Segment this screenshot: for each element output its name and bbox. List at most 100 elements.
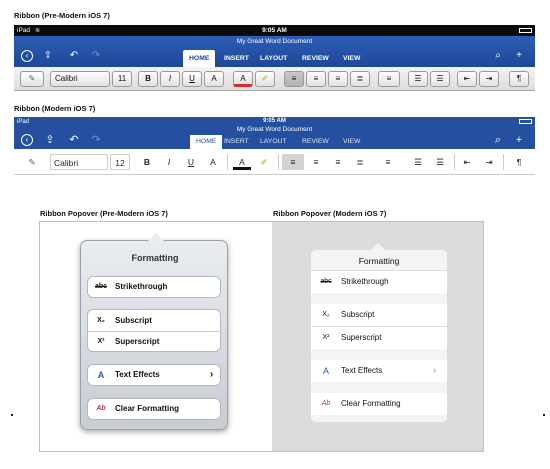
numbering-button[interactable]: ☰ <box>430 154 450 170</box>
status-time: 9:05 AM <box>262 27 287 34</box>
tab-home[interactable]: HOME <box>183 50 216 67</box>
text-effects-icon: A <box>97 370 105 380</box>
superscript-item[interactable]: X² Superscript <box>88 332 220 352</box>
tab-insert[interactable]: INSERT <box>218 135 255 149</box>
document-title: My Great Word Document <box>236 126 313 133</box>
pilcrow-icon[interactable]: ¶ <box>509 154 529 170</box>
section-label-popover-pre: Ribbon Popover (Pre-Modern iOS 7) <box>40 209 168 218</box>
section-label-ribbon-modern: Ribbon (Modern iOS 7) <box>14 104 96 113</box>
tab-view[interactable]: VIEW <box>337 135 366 149</box>
subscript-dropdown-button[interactable]: A <box>204 154 222 170</box>
tab-layout[interactable]: LAYOUT <box>254 135 293 149</box>
tab-layout[interactable]: LAYOUT <box>254 50 293 67</box>
underline-button[interactable]: U <box>182 71 202 87</box>
redo-icon[interactable]: ↷ <box>90 50 102 62</box>
superscript-item[interactable]: X² Superscript <box>311 327 447 349</box>
strikethrough-item[interactable]: abc Strikethrough <box>311 271 447 293</box>
pilcrow-icon[interactable]: ¶ <box>509 71 529 87</box>
chevron-right-icon: › <box>433 365 437 376</box>
divider <box>454 154 455 170</box>
highlighter-icon[interactable]: ✐ <box>255 154 273 170</box>
font-color-button[interactable]: A <box>233 154 251 170</box>
title-bar: iPad 9:05 AM My Great Word Document ‹ ⇪ … <box>14 117 535 149</box>
save-icon[interactable]: ⇪ <box>44 134 56 146</box>
justify-button[interactable]: ≣ <box>350 71 370 87</box>
bullets-button[interactable]: ☰ <box>408 154 428 170</box>
increase-indent-button[interactable]: ⇥ <box>479 154 499 170</box>
line-spacing-button[interactable]: ≡ <box>378 71 400 87</box>
strikethrough-item[interactable]: abc Strikethrough <box>88 277 220 297</box>
tab-review[interactable]: REVIEW <box>296 50 335 67</box>
redo-icon[interactable]: ↷ <box>90 134 102 146</box>
align-center-button[interactable]: ≡ <box>306 71 326 87</box>
undo-icon[interactable]: ↶ <box>68 134 80 146</box>
font-size-field[interactable]: 11 <box>112 71 132 87</box>
tab-view[interactable]: VIEW <box>337 50 366 67</box>
underline-button[interactable]: U <box>182 154 200 170</box>
superscript-icon: X² <box>97 338 105 345</box>
align-left-button[interactable]: ≡ <box>284 71 304 87</box>
tab-insert[interactable]: INSERT <box>218 50 255 67</box>
share-user-icon[interactable]: + <box>513 134 525 146</box>
align-right-button[interactable]: ≡ <box>328 71 348 87</box>
highlighter-icon[interactable]: ✐ <box>255 71 275 87</box>
increase-indent-button[interactable]: ⇥ <box>479 71 499 87</box>
superscript-label: Superscript <box>341 333 382 342</box>
font-name-field[interactable]: Calibri <box>50 71 110 87</box>
align-center-button[interactable]: ≡ <box>306 154 326 170</box>
formatting-toolbar: ✎ Calibri 11 B I U A A ✐ ≡ ≡ ≡ ≣ ≡ ☰ ☰ ⇤… <box>14 67 535 91</box>
font-name-field[interactable]: Calibri <box>50 154 108 170</box>
search-icon[interactable]: ⌕ <box>492 50 504 62</box>
popover-group: A Text Effects › <box>87 364 221 386</box>
subscript-icon: X₂ <box>322 311 330 318</box>
align-right-button[interactable]: ≡ <box>328 154 348 170</box>
styles-pen-icon[interactable]: ✎ <box>22 154 42 170</box>
clear-formatting-item[interactable]: Ab Clear Formatting <box>88 399 220 419</box>
numbering-button[interactable]: ☰ <box>430 71 450 87</box>
justify-button[interactable]: ≣ <box>350 154 370 170</box>
superscript-label: Superscript <box>115 337 160 346</box>
bullets-button[interactable]: ☰ <box>408 71 428 87</box>
subscript-label: Subscript <box>341 310 375 319</box>
popover-arrow <box>371 243 385 250</box>
decrease-indent-button[interactable]: ⇤ <box>457 71 477 87</box>
font-color-button[interactable]: A <box>233 71 253 87</box>
styles-pen-icon[interactable]: ✎ <box>20 71 44 87</box>
subscript-item[interactable]: X₂ Subscript <box>311 304 447 326</box>
tab-review[interactable]: REVIEW <box>296 135 335 149</box>
divider <box>227 154 228 170</box>
back-icon[interactable]: ‹ <box>21 50 33 62</box>
search-icon[interactable]: ⌕ <box>492 134 504 146</box>
bold-button[interactable]: B <box>138 71 158 87</box>
divider <box>278 154 279 170</box>
subscript-dropdown-button[interactable]: A <box>204 71 224 87</box>
strikethrough-label: Strikethrough <box>115 282 168 291</box>
back-icon[interactable]: ‹ <box>21 134 33 146</box>
strikethrough-label: Strikethrough <box>341 277 389 286</box>
text-effects-item[interactable]: A Text Effects › <box>311 360 447 382</box>
italic-button[interactable]: I <box>160 154 178 170</box>
undo-icon[interactable]: ↶ <box>68 50 80 62</box>
clear-formatting-item[interactable]: Ab Clear Formatting <box>311 393 447 415</box>
popover-group: X₂ Subscript X² Superscript <box>87 309 221 352</box>
marker-dot <box>543 414 545 416</box>
text-effects-label: Text Effects <box>341 366 383 375</box>
subscript-item[interactable]: X₂ Subscript <box>88 311 220 331</box>
save-icon[interactable]: ⇪ <box>42 50 54 62</box>
clear-formatting-label: Clear Formatting <box>115 404 180 413</box>
popover-title: Formatting <box>358 256 400 266</box>
ribbon-modern: iPad 9:05 AM My Great Word Document ‹ ⇪ … <box>14 117 535 177</box>
align-left-button[interactable]: ≡ <box>282 154 304 170</box>
formatting-popover-modern: Formatting abc Strikethrough X₂ Subscrip… <box>311 243 447 422</box>
bold-button[interactable]: B <box>138 154 156 170</box>
font-size-field[interactable]: 12 <box>110 154 130 170</box>
share-user-icon[interactable]: + <box>513 50 525 62</box>
text-effects-item[interactable]: A Text Effects › <box>88 365 220 385</box>
formatting-toolbar: ✎ Calibri 12 B I U A A ✐ ≡ ≡ ≡ ≣ ≡ ☰ ☰ ⇤… <box>14 149 535 175</box>
marker-dot <box>11 414 13 416</box>
italic-button[interactable]: I <box>160 71 180 87</box>
section-label-ribbon-pre: Ribbon (Pre-Modern iOS 7) <box>14 11 110 20</box>
decrease-indent-button[interactable]: ⇤ <box>457 154 477 170</box>
ribbon-pre-modern: iPad 9:05 AM ≋ My Great Word Document ‹ … <box>14 25 535 91</box>
line-spacing-button[interactable]: ≡ <box>378 154 398 170</box>
